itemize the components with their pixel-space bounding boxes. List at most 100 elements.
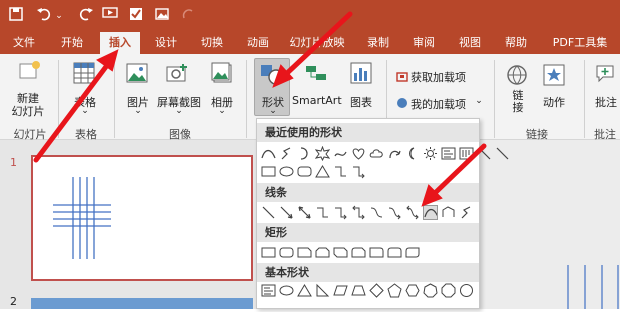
tab-review[interactable]: 审阅 [404,32,444,54]
heart-shape-icon[interactable] [351,146,366,161]
tab-insert[interactable]: 插入 [100,32,140,54]
rectangles-row [261,245,420,261]
arc-shape-icon[interactable] [297,146,312,161]
tab-record[interactable]: 录制 [358,32,398,54]
review-icon[interactable] [126,6,146,26]
tab-file[interactable]: 文件 [2,32,46,54]
new-slide-icon [18,60,40,84]
lines-row [261,205,474,221]
snip-diagonal-rect-shape-icon[interactable] [333,245,348,260]
line-shape-icon[interactable] [495,146,510,161]
diamond-shape-icon[interactable] [369,283,384,298]
triangle-shape-icon[interactable] [315,164,330,179]
round-same-side-rect-shape-icon[interactable] [387,245,402,260]
my-addins-button[interactable]: 我的加载项 [411,96,475,112]
table-dropdown-icon[interactable]: ⌄ [80,106,90,116]
rectangle-shape-icon[interactable] [261,164,276,179]
octagon-shape-icon[interactable] [441,283,456,298]
link-button[interactable]: 链 接 [508,90,528,114]
curved-arrow-shape-icon[interactable] [387,146,402,161]
oval-shape-icon[interactable] [279,164,294,179]
moon-shape-icon[interactable] [405,146,420,161]
slide-number-2: 2 [10,295,17,308]
vertical-textbox-shape-icon[interactable] [459,146,474,161]
draw-icon[interactable] [178,6,198,26]
slide-thumbnail-2[interactable] [31,298,253,309]
section-rectangles: 矩形 [257,223,479,242]
tab-transitions[interactable]: 切换 [192,32,232,54]
smartart-button[interactable]: SmartArt [292,94,342,107]
sun-shape-icon[interactable] [423,146,438,161]
get-addins-button[interactable]: 获取加载项 [411,69,481,85]
scribble-shape-icon[interactable] [459,205,474,220]
basic-shapes-row-1 [261,283,474,299]
tab-view[interactable]: 视图 [450,32,490,54]
curve-shape-icon[interactable] [423,205,438,220]
separator [494,60,495,138]
snip-corner-rect-shape-icon[interactable] [297,245,312,260]
snip-round-rect-shape-icon[interactable] [351,245,366,260]
explosion-shape-icon[interactable] [315,146,330,161]
tab-help[interactable]: 帮助 [496,32,536,54]
section-lines: 线条 [257,183,479,202]
line-arrow-shape-icon[interactable] [279,205,294,220]
tab-home[interactable]: 开始 [52,32,92,54]
tab-animations[interactable]: 动画 [238,32,278,54]
line-shape-icon[interactable] [261,205,276,220]
my-addins-dropdown-icon[interactable]: ⌄ [474,96,484,106]
tab-pdf-tools[interactable]: PDF工具集 [543,32,617,54]
tab-design[interactable]: 设计 [146,32,186,54]
section-basic-shapes: 基本形状 [257,263,479,282]
undo-dropdown-icon[interactable]: ⌄ [54,6,64,26]
rectangle-shape-icon[interactable] [261,245,276,260]
rounded-rect-shape-icon[interactable] [297,164,312,179]
scribble-shape-icon[interactable] [279,146,294,161]
oval-shape-icon[interactable] [279,283,294,298]
round-diagonal-rect-shape-icon[interactable] [405,245,420,260]
action-button[interactable]: 动作 [538,94,570,110]
wave-shape-icon[interactable] [333,146,348,161]
redo-icon[interactable] [76,6,96,26]
line-shape-icon[interactable] [477,146,492,161]
double-arrow-shape-icon[interactable] [297,205,312,220]
tab-slideshow[interactable]: 幻灯片放映 [285,32,349,54]
image-icon[interactable] [152,6,172,26]
freeform-shape-icon[interactable] [441,205,456,220]
curved-connector-shape-icon[interactable] [369,205,384,220]
shapes-dropdown-menu: 最近使用的形状 线条 矩形 基本形状 [256,118,509,309]
parallelogram-shape-icon[interactable] [333,283,348,298]
pentagon-shape-icon[interactable] [387,283,402,298]
screenshot-dropdown-icon[interactable]: ⌄ [174,106,184,116]
curve-shape-icon[interactable] [261,146,276,161]
album-dropdown-icon[interactable]: ⌄ [217,106,227,116]
heptagon-shape-icon[interactable] [423,283,438,298]
textbox-shape-icon[interactable] [441,146,456,161]
shapes-dropdown-icon[interactable]: ⌄ [268,106,278,116]
undo-icon[interactable] [34,6,54,26]
rounded-rect-shape-icon[interactable] [279,245,294,260]
picture-dropdown-icon[interactable]: ⌄ [133,106,143,116]
triangle-shape-icon[interactable] [297,283,312,298]
new-slide-button[interactable]: 新建 幻灯片 [4,92,52,118]
elbow-connector-shape-icon[interactable] [315,205,330,220]
chart-button[interactable]: 图表 [346,94,376,110]
snip-same-side-rect-shape-icon[interactable] [315,245,330,260]
right-triangle-shape-icon[interactable] [315,283,330,298]
elbow-double-arrow-shape-icon[interactable] [351,205,366,220]
hexagon-shape-icon[interactable] [405,283,420,298]
comment-button[interactable]: 批注 [592,94,620,110]
save-icon[interactable] [6,6,26,26]
curved-double-arrow-shape-icon[interactable] [405,205,420,220]
elbow-arrow-shape-icon[interactable] [333,205,348,220]
elbow-connector-shape-icon[interactable] [333,164,348,179]
trapezoid-shape-icon[interactable] [351,283,366,298]
decagon-shape-icon[interactable] [459,283,474,298]
present-icon[interactable] [100,6,120,26]
textbox-shape-icon[interactable] [261,283,276,298]
slide-thumbnail-1[interactable] [31,155,253,281]
round-corner-rect-shape-icon[interactable] [369,245,384,260]
curved-arrow-connector-shape-icon[interactable] [387,205,402,220]
separator [114,60,115,138]
elbow-arrow-shape-icon[interactable] [351,164,366,179]
cloud-shape-icon[interactable] [369,146,384,161]
